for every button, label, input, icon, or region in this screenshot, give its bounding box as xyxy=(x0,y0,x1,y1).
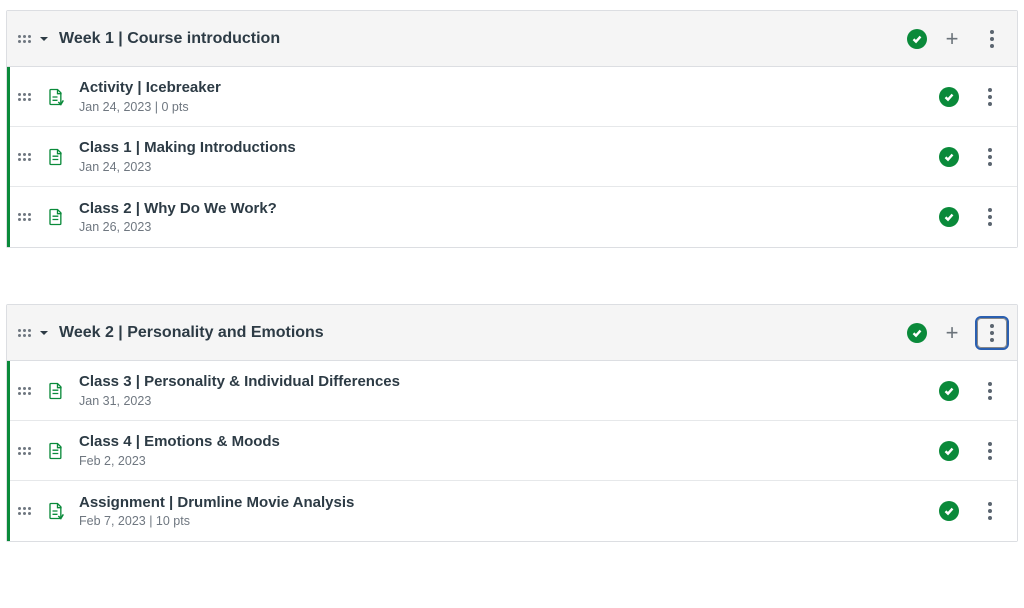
more-options-button[interactable] xyxy=(977,318,1007,348)
module: Week 2 | Personality and Emotions + Class … xyxy=(6,304,1018,542)
published-badge-icon xyxy=(939,207,959,227)
kebab-icon xyxy=(988,502,992,520)
module-header-actions: + xyxy=(907,318,1007,348)
module-body: Activity | Icebreaker Jan 24, 2023 | 0 pt… xyxy=(7,67,1017,247)
item-meta: Jan 31, 2023 xyxy=(79,394,939,408)
item-title-link[interactable]: Class 3 | Personality & Individual Diffe… xyxy=(79,373,939,392)
module-item: Class 2 | Why Do We Work?Jan 26, 2023 xyxy=(10,187,1017,247)
published-badge-icon xyxy=(939,501,959,521)
item-title-link[interactable]: Class 4 | Emotions & Moods xyxy=(79,433,939,452)
item-main: Class 4 | Emotions & Moods Feb 2, 2023 xyxy=(79,433,939,468)
kebab-icon xyxy=(988,88,992,106)
item-actions xyxy=(939,202,1007,232)
published-badge-icon xyxy=(939,87,959,107)
module-header: Week 1 | Course introduction + xyxy=(7,11,1017,67)
item-drag-handle[interactable] xyxy=(17,385,31,397)
item-drag-handle[interactable] xyxy=(17,445,31,457)
published-badge-icon xyxy=(907,29,927,49)
module-item: Class 4 | Emotions & Moods Feb 2, 2023 xyxy=(10,421,1017,481)
item-meta: Jan 26, 2023 xyxy=(79,220,939,234)
module-header: Week 2 | Personality and Emotions + xyxy=(7,305,1017,361)
item-actions xyxy=(939,436,1007,466)
page-icon xyxy=(45,381,65,401)
item-drag-handle[interactable] xyxy=(17,151,31,163)
page-icon xyxy=(45,147,65,167)
item-main: Class 2 | Why Do We Work?Jan 26, 2023 xyxy=(79,200,939,235)
assignment-icon xyxy=(45,501,65,521)
item-main: Class 3 | Personality & Individual Diffe… xyxy=(79,373,939,408)
page-icon xyxy=(45,207,65,227)
item-title-link[interactable]: Class 2 | Why Do We Work? xyxy=(79,200,939,219)
item-drag-handle[interactable] xyxy=(17,211,31,223)
item-drag-handle[interactable] xyxy=(17,505,31,517)
add-item-button[interactable]: + xyxy=(937,318,967,348)
add-item-button[interactable]: + xyxy=(937,24,967,54)
item-meta: Jan 24, 2023 | 0 pts xyxy=(79,100,939,114)
module-item: Class 1 | Making Introductions Jan 24, 20… xyxy=(10,127,1017,187)
module-drag-handle[interactable] xyxy=(17,33,31,45)
item-actions xyxy=(939,496,1007,526)
kebab-icon xyxy=(988,442,992,460)
module: Week 1 | Course introduction + Activity | … xyxy=(6,10,1018,248)
module-title: Week 1 | Course introduction xyxy=(59,30,907,48)
more-options-button[interactable] xyxy=(975,496,1005,526)
item-actions xyxy=(939,82,1007,112)
module-title: Week 2 | Personality and Emotions xyxy=(59,324,907,342)
item-drag-handle[interactable] xyxy=(17,91,31,103)
item-actions xyxy=(939,142,1007,172)
item-main: Assignment | Drumline Movie AnalysisFeb … xyxy=(79,494,939,529)
collapse-caret-icon[interactable] xyxy=(35,34,53,44)
module-body: Class 3 | Personality & Individual Diffe… xyxy=(7,361,1017,541)
item-title-link[interactable]: Class 1 | Making Introductions xyxy=(79,139,939,158)
kebab-icon xyxy=(988,208,992,226)
more-options-button[interactable] xyxy=(975,436,1005,466)
published-badge-icon xyxy=(939,441,959,461)
kebab-icon xyxy=(990,324,994,342)
item-title-link[interactable]: Activity | Icebreaker xyxy=(79,79,939,98)
more-options-button[interactable] xyxy=(975,142,1005,172)
item-main: Activity | Icebreaker Jan 24, 2023 | 0 pt… xyxy=(79,79,939,114)
plus-icon: + xyxy=(946,322,959,344)
item-meta: Jan 24, 2023 xyxy=(79,160,939,174)
more-options-button[interactable] xyxy=(975,202,1005,232)
module-item: Class 3 | Personality & Individual Diffe… xyxy=(10,361,1017,421)
kebab-icon xyxy=(990,30,994,48)
item-title-link[interactable]: Assignment | Drumline Movie Analysis xyxy=(79,494,939,513)
page-icon xyxy=(45,441,65,461)
more-options-button[interactable] xyxy=(975,376,1005,406)
item-meta: Feb 2, 2023 xyxy=(79,454,939,468)
module-header-actions: + xyxy=(907,24,1007,54)
module-drag-handle[interactable] xyxy=(17,327,31,339)
more-options-button[interactable] xyxy=(977,24,1007,54)
published-badge-icon xyxy=(907,323,927,343)
assignment-icon xyxy=(45,87,65,107)
item-meta: Feb 7, 2023 | 10 pts xyxy=(79,514,939,528)
kebab-icon xyxy=(988,382,992,400)
module-item: Assignment | Drumline Movie AnalysisFeb … xyxy=(10,481,1017,541)
published-badge-icon xyxy=(939,381,959,401)
more-options-button[interactable] xyxy=(975,82,1005,112)
item-main: Class 1 | Making Introductions Jan 24, 20… xyxy=(79,139,939,174)
plus-icon: + xyxy=(946,28,959,50)
item-actions xyxy=(939,376,1007,406)
published-badge-icon xyxy=(939,147,959,167)
module-item: Activity | Icebreaker Jan 24, 2023 | 0 pt… xyxy=(10,67,1017,127)
collapse-caret-icon[interactable] xyxy=(35,328,53,338)
kebab-icon xyxy=(988,148,992,166)
